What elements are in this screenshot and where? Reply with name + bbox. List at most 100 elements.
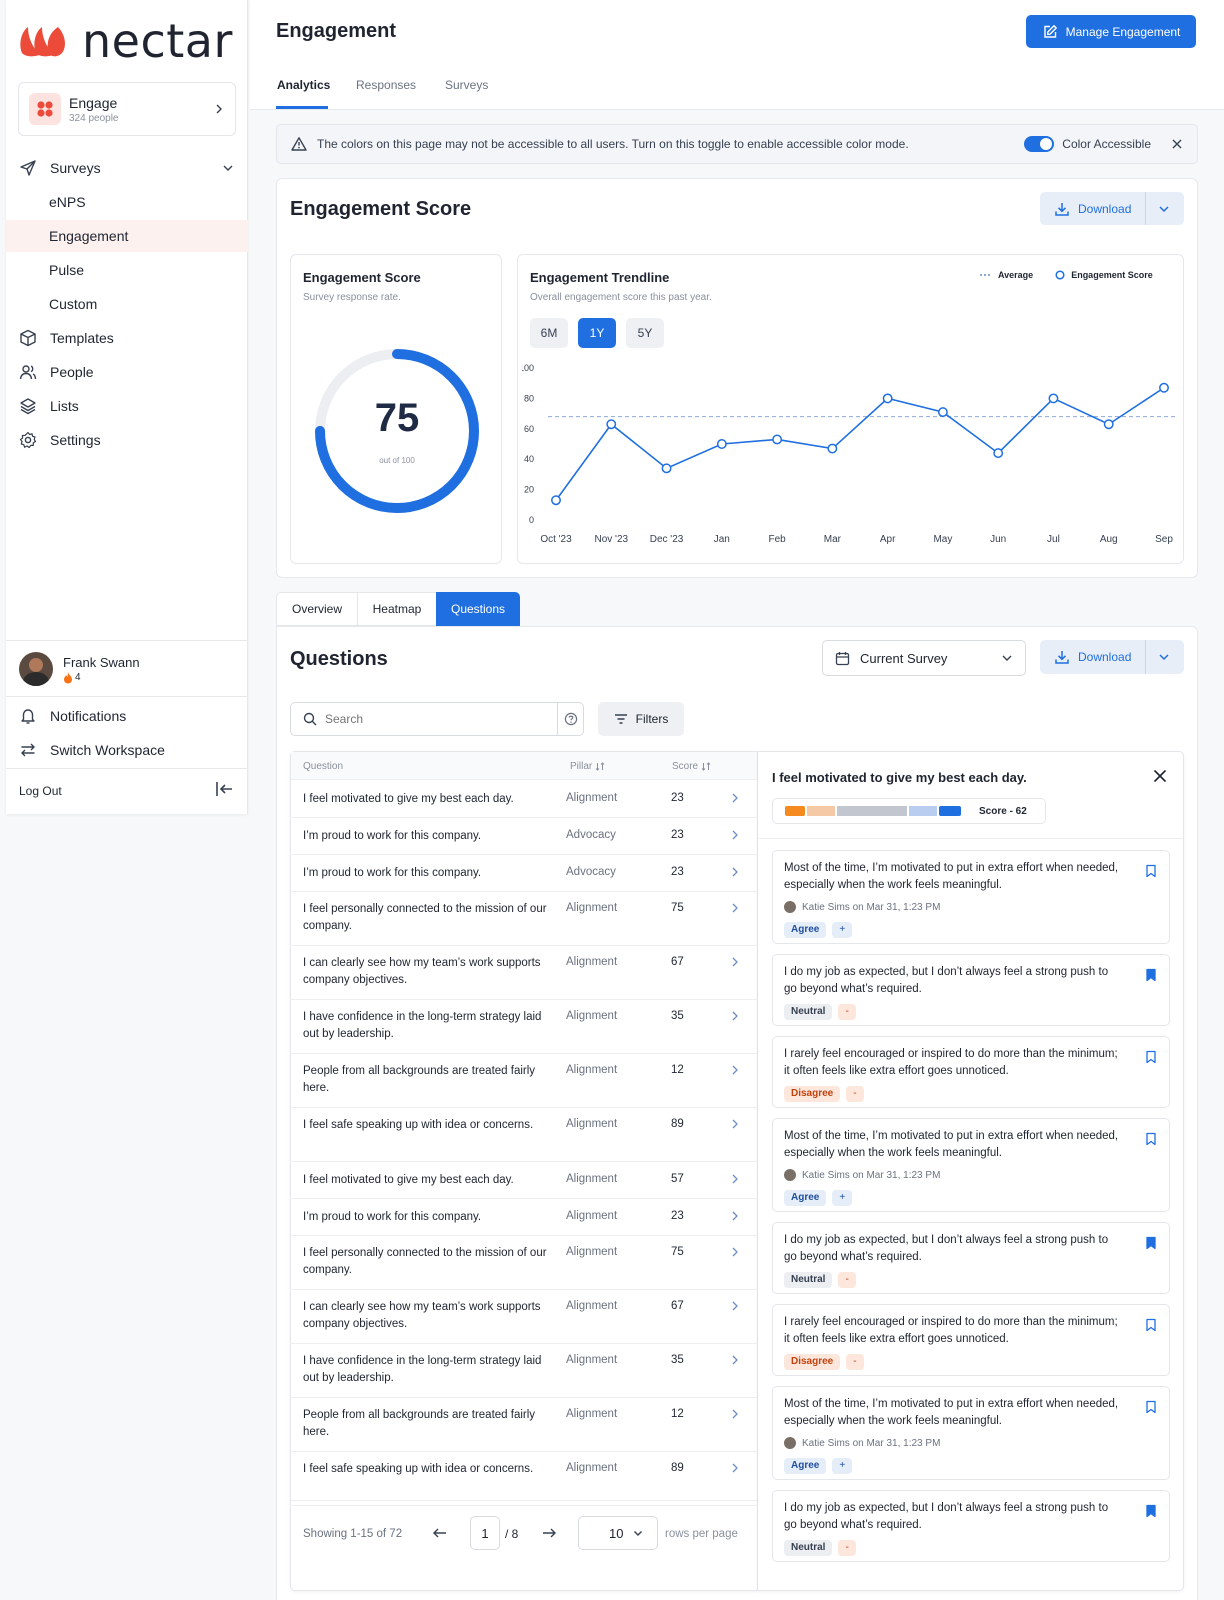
sidebar-item-templates[interactable]: Templates: [6, 322, 248, 354]
download-main[interactable]: Download: [1040, 640, 1145, 674]
table-row[interactable]: People from all backgrounds are treated …: [290, 1398, 758, 1452]
sidebar-item-label: Surveys: [50, 160, 101, 176]
chevron-right-icon[interactable]: [730, 1246, 740, 1258]
close-detail-icon[interactable]: [1152, 768, 1168, 784]
column-header-pillar[interactable]: Pillar: [570, 761, 605, 772]
table-row[interactable]: I feel motivated to give my best each da…: [290, 781, 758, 818]
survey-select[interactable]: Current Survey: [822, 640, 1026, 676]
workspace-switcher[interactable]: Engage 324 people: [18, 82, 236, 136]
download-main[interactable]: Download: [1040, 192, 1145, 225]
download-options-button[interactable]: [1145, 192, 1181, 225]
bookmark-icon[interactable]: [1145, 1050, 1157, 1064]
sidebar-item-enps[interactable]: eNPS: [6, 186, 248, 218]
chevron-right-icon[interactable]: [730, 1064, 740, 1076]
logout-link[interactable]: Log Out: [19, 784, 62, 798]
bookmark-icon[interactable]: [1145, 1400, 1157, 1414]
bookmark-icon[interactable]: [1145, 1318, 1157, 1332]
comment-card[interactable]: I do my job as expected, but I don’t alw…: [772, 1490, 1170, 1562]
range-5y-button[interactable]: 5Y: [626, 318, 664, 348]
chevron-right-icon[interactable]: [730, 866, 740, 878]
table-row[interactable]: I’m proud to work for this company. Align…: [290, 1199, 758, 1236]
x-tick-label: Jun: [990, 534, 1006, 545]
sidebar-item-people[interactable]: People: [6, 356, 248, 388]
download-label: Download: [1078, 650, 1132, 664]
column-header-label: Pillar: [570, 761, 593, 772]
table-row[interactable]: I have confidence in the long-term strat…: [290, 1344, 758, 1398]
chevron-right-icon[interactable]: [730, 792, 740, 804]
comment-card[interactable]: I do my job as expected, but I don’t alw…: [772, 1222, 1170, 1294]
chevron-right-icon[interactable]: [730, 1354, 740, 1366]
tab-surveys[interactable]: Surveys: [445, 78, 488, 92]
questions-download-button[interactable]: Download: [1040, 640, 1184, 674]
bookmark-icon[interactable]: [1145, 1504, 1157, 1518]
subtab-overview[interactable]: Overview: [276, 592, 358, 626]
tab-responses[interactable]: Responses: [356, 78, 416, 92]
previous-page-arrow-icon[interactable]: [432, 1526, 448, 1540]
subtab-questions[interactable]: Questions: [436, 592, 520, 626]
table-row[interactable]: I can clearly see how my team’s work sup…: [290, 1290, 758, 1344]
user-profile[interactable]: Frank Swann 4: [19, 652, 140, 686]
comment-card[interactable]: Most of the time, I’m motivated to put i…: [772, 1118, 1170, 1212]
comment-card[interactable]: Most of the time, I’m motivated to put i…: [772, 1386, 1170, 1480]
page-input[interactable]: 1: [470, 1516, 500, 1550]
switch-workspace-link[interactable]: Switch Workspace: [6, 734, 248, 766]
comment-card[interactable]: I do my job as expected, but I don’t alw…: [772, 954, 1170, 1026]
download-button[interactable]: Download: [1040, 192, 1184, 225]
sidebar-item-engagement[interactable]: Engagement: [6, 220, 248, 252]
table-row[interactable]: I feel motivated to give my best each da…: [290, 1162, 758, 1199]
sidebar-item-surveys[interactable]: Surveys: [6, 152, 248, 184]
chevron-right-icon[interactable]: [730, 1300, 740, 1312]
table-row[interactable]: I can clearly see how my team’s work sup…: [290, 946, 758, 1000]
search-input[interactable]: [325, 712, 545, 726]
bookmark-icon[interactable]: [1145, 1236, 1157, 1250]
column-header-score[interactable]: Score: [672, 761, 711, 772]
color-accessible-toggle[interactable]: [1024, 136, 1055, 152]
tab-analytics[interactable]: Analytics: [277, 78, 330, 92]
comment-card[interactable]: I rarely feel encouraged or inspired to …: [772, 1036, 1170, 1108]
table-row[interactable]: I feel safe speaking up with idea or con…: [290, 1452, 758, 1506]
sidebar-item-pulse[interactable]: Pulse: [6, 254, 248, 286]
close-icon[interactable]: [1171, 138, 1183, 150]
comment-card[interactable]: I rarely feel encouraged or inspired to …: [772, 1304, 1170, 1376]
table-row[interactable]: I’m proud to work for this company. Advoc…: [290, 855, 758, 892]
sidebar-item-lists[interactable]: Lists: [6, 390, 248, 422]
rows-per-page-select[interactable]: 10: [578, 1516, 658, 1550]
bookmark-icon[interactable]: [1145, 1132, 1157, 1146]
chevron-right-icon[interactable]: [730, 1173, 740, 1185]
range-1y-button[interactable]: 1Y: [578, 318, 616, 348]
chevron-right-icon[interactable]: [730, 1010, 740, 1022]
sentiment-indicator: -: [846, 1354, 864, 1370]
manage-engagement-button[interactable]: Manage Engagement: [1026, 15, 1196, 48]
table-row[interactable]: I feel safe speaking up with idea or con…: [290, 1108, 758, 1162]
workspace-name: Engage: [69, 94, 118, 111]
brand-logo[interactable]: nectar: [18, 18, 233, 64]
subtab-heatmap[interactable]: Heatmap: [357, 592, 437, 626]
chevron-right-icon[interactable]: [730, 1210, 740, 1222]
table-row[interactable]: I’m proud to work for this company. Advoc…: [290, 818, 758, 855]
table-row[interactable]: I feel personally connected to the missi…: [290, 892, 758, 946]
comment-card[interactable]: Most of the time, I’m motivated to put i…: [772, 850, 1170, 944]
notifications-link[interactable]: Notifications: [6, 700, 248, 732]
chevron-right-icon[interactable]: [730, 1118, 740, 1130]
table-row[interactable]: People from all backgrounds are treated …: [290, 1054, 758, 1108]
download-options-button[interactable]: [1145, 640, 1181, 674]
table-row[interactable]: I have confidence in the long-term strat…: [290, 1000, 758, 1054]
chevron-right-icon[interactable]: [730, 902, 740, 914]
filters-button[interactable]: Filters: [598, 702, 684, 736]
score-label: Score - 62: [979, 805, 1027, 817]
y-tick-label: 80: [524, 393, 534, 403]
chevron-right-icon[interactable]: [730, 1408, 740, 1420]
bookmark-icon[interactable]: [1145, 864, 1157, 878]
chevron-right-icon[interactable]: [730, 829, 740, 841]
download-label: Download: [1078, 201, 1132, 216]
help-icon[interactable]: [557, 703, 583, 735]
sidebar-item-settings[interactable]: Settings: [6, 424, 248, 456]
chevron-right-icon[interactable]: [730, 956, 740, 968]
collapse-sidebar-icon[interactable]: [214, 780, 234, 798]
next-page-arrow-icon[interactable]: [541, 1526, 557, 1540]
chevron-right-icon[interactable]: [730, 1462, 740, 1474]
table-row[interactable]: I feel personally connected to the missi…: [290, 1236, 758, 1290]
bookmark-icon[interactable]: [1145, 968, 1157, 982]
range-6m-button[interactable]: 6M: [530, 318, 568, 348]
sidebar-item-custom[interactable]: Custom: [6, 288, 248, 320]
